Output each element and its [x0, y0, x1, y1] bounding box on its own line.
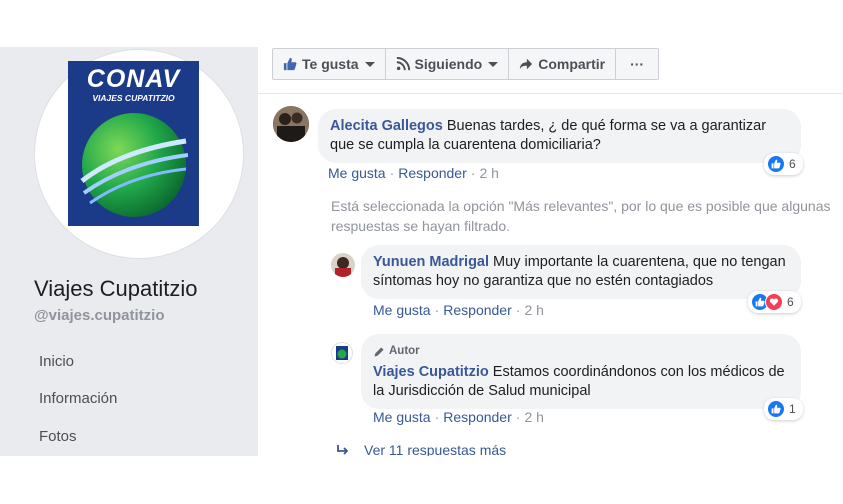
comment-author[interactable]: Alecita Gallegos — [330, 118, 443, 134]
thumbs-up-icon — [283, 57, 297, 71]
like-page-label: Te gusta — [302, 56, 359, 72]
person-photo-icon — [331, 253, 355, 277]
logo-title: CONAV — [86, 65, 181, 93]
share-arrow-icon — [520, 58, 533, 70]
reply-arrow-icon — [337, 445, 349, 455]
sidebar-item-informacion[interactable]: Información — [39, 390, 117, 407]
view-more-replies-link[interactable]: Ver 11 respuestas más — [336, 442, 506, 456]
reply-actions: Me gusta · Responder · 2 h — [373, 409, 544, 425]
commenter-avatar[interactable] — [273, 106, 309, 142]
comment-bubble: Alecita Gallegos Buenas tardes, ¿ de qué… — [318, 109, 801, 163]
following-button[interactable]: Siguiendo — [384, 48, 510, 80]
page-action-bar: Te gusta Siguiendo Compartir ··· — [272, 48, 660, 80]
love-reaction-icon — [765, 293, 783, 311]
reaction-count: 1 — [789, 402, 796, 416]
reaction-count: 6 — [789, 157, 796, 171]
comment-timestamp[interactable]: 2 h — [479, 165, 498, 181]
reply-link[interactable]: Responder — [443, 302, 512, 318]
reply-author[interactable]: Yunuen Madrigal — [373, 254, 489, 270]
following-label: Siguiendo — [414, 56, 483, 72]
chevron-down-icon — [488, 61, 499, 67]
reply-author-avatar[interactable] — [331, 342, 353, 364]
reply-bubble: Autor Viajes Cupatitzio Estamos coordiná… — [361, 334, 801, 409]
like-reaction-icon — [767, 155, 785, 173]
page-name[interactable]: Viajes Cupatitzio — [34, 276, 197, 302]
author-badge-label: Autor — [389, 345, 420, 357]
reply-link[interactable]: Responder — [443, 409, 512, 425]
reply-link[interactable]: Responder — [398, 165, 467, 181]
reaction-summary[interactable]: 1 — [764, 398, 803, 420]
facebook-page-view: CONAV VIAJES CUPATITZIO Viajes Cupatitzi… — [0, 47, 843, 456]
rss-icon — [396, 57, 410, 71]
sidebar-item-inicio[interactable]: Inicio — [39, 353, 74, 370]
reply-timestamp[interactable]: 2 h — [524, 302, 543, 318]
reply-author-avatar[interactable] — [331, 253, 355, 277]
page-logo-icon — [336, 346, 348, 360]
filter-notice: Está seleccionada la opción "Más relevan… — [331, 198, 831, 234]
divider — [258, 93, 843, 94]
pencil-icon — [374, 347, 384, 356]
more-options-label: ··· — [630, 56, 645, 72]
logo-subtitle: VIAJES CUPATITZIO — [92, 93, 175, 103]
person-photo-icon — [273, 106, 309, 142]
globe-logo-icon — [80, 113, 188, 217]
reply-actions: Me gusta · Responder · 2 h — [373, 302, 544, 318]
like-comment-link[interactable]: Me gusta — [328, 165, 386, 181]
like-comment-link[interactable]: Me gusta — [373, 302, 431, 318]
reaction-summary[interactable]: 6 — [748, 291, 801, 313]
page-handle[interactable]: @viajes.cupatitzio — [34, 307, 165, 324]
page-profile-picture[interactable]: CONAV VIAJES CUPATITZIO — [34, 49, 244, 259]
like-page-button[interactable]: Te gusta — [272, 48, 386, 80]
chevron-down-icon — [364, 61, 375, 67]
reaction-count: 6 — [787, 295, 794, 309]
sidebar-item-fotos[interactable]: Fotos — [39, 428, 77, 445]
page-logo: CONAV VIAJES CUPATITZIO — [68, 61, 199, 226]
reply-timestamp[interactable]: 2 h — [524, 409, 543, 425]
author-badge: Autor — [373, 342, 789, 361]
page-sidebar: CONAV VIAJES CUPATITZIO Viajes Cupatitzi… — [0, 47, 258, 456]
share-button[interactable]: Compartir — [508, 48, 617, 80]
reply-author[interactable]: Viajes Cupatitzio — [373, 364, 489, 380]
share-label: Compartir — [538, 56, 606, 72]
reply-bubble: Yunuen Madrigal Muy importante la cuaren… — [361, 245, 801, 299]
view-more-replies-label: Ver 11 respuestas más — [364, 442, 507, 456]
like-reaction-icon — [767, 400, 785, 418]
more-options-button[interactable]: ··· — [615, 48, 660, 80]
like-comment-link[interactable]: Me gusta — [373, 409, 431, 425]
reaction-summary[interactable]: 6 — [764, 153, 803, 175]
comment-actions: Me gusta · Responder · 2 h — [328, 165, 499, 181]
